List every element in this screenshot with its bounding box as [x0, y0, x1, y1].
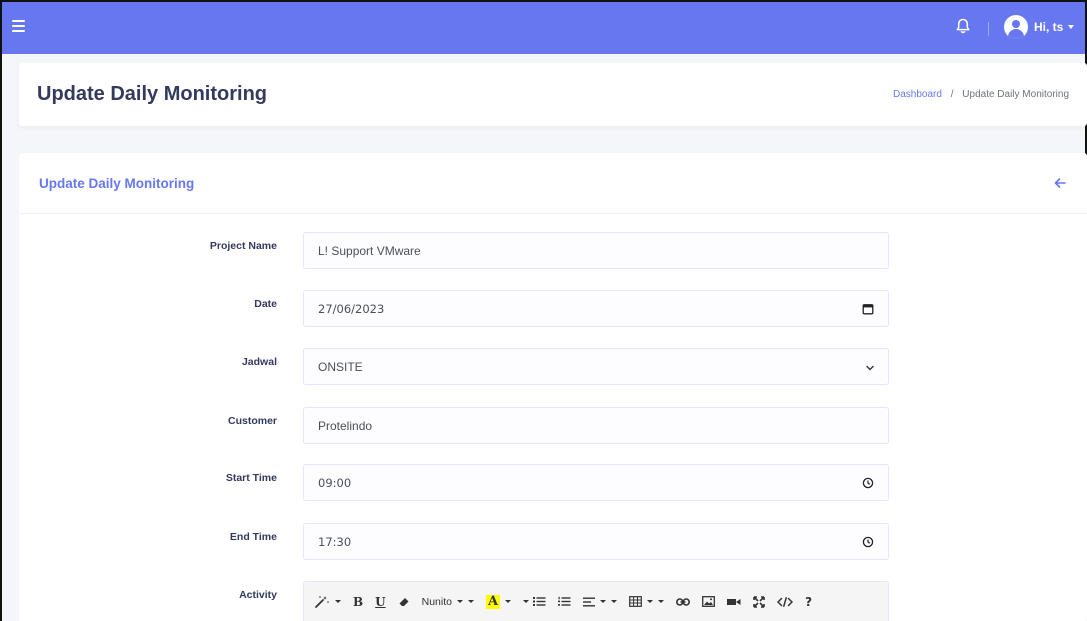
bold-button[interactable]: B [353, 592, 363, 612]
chevron-down-icon [865, 362, 875, 372]
fullscreen-button[interactable] [753, 592, 765, 612]
eraser-icon [399, 597, 409, 606]
link-icon [676, 597, 691, 606]
start-time-input[interactable]: 09:00 [303, 464, 889, 501]
video-icon [727, 598, 741, 605]
jadwal-row: Jadwal ONSITE [19, 348, 1087, 386]
arrow-left-icon[interactable] [1053, 175, 1067, 189]
bell-icon[interactable] [954, 17, 972, 35]
highlight-color-button[interactable]: A [485, 592, 512, 612]
ordered-list-button[interactable] [558, 592, 571, 612]
start-time-value: 09:00 [318, 476, 352, 490]
list-ol-icon [558, 596, 571, 606]
app-frame: Hi, ts Update Daily Monitoring Dashboard… [0, 0, 1087, 621]
customer-input[interactable]: Protelindo [303, 407, 889, 444]
breadcrumb-current: Update Daily Monitoring [962, 89, 1069, 100]
breadcrumb-separator: / [950, 89, 954, 100]
date-label: Date [254, 298, 277, 310]
start-time-label: Start Time [225, 472, 277, 484]
date-input[interactable]: 27/06/2023 [303, 290, 889, 327]
editor-toolbar: B U Nunito A ? [303, 581, 889, 621]
user-menu[interactable]: Hi, ts [1004, 15, 1075, 39]
insert-video-button[interactable] [727, 592, 741, 612]
form-card: Update Daily Monitoring Project Name L! … [19, 153, 1087, 621]
jadwal-selected-value: ONSITE [318, 360, 363, 374]
insert-picture-button[interactable] [702, 592, 716, 612]
underline-button[interactable]: U [375, 592, 385, 612]
jadwal-select[interactable]: ONSITE [303, 348, 889, 385]
menu-toggle-icon[interactable] [12, 20, 25, 32]
code-view-button[interactable] [777, 592, 794, 612]
end-time-row: End Time 17:30 [19, 523, 1087, 561]
calendar-icon[interactable] [862, 303, 874, 315]
unordered-list-button[interactable] [523, 592, 546, 612]
magic-wand-icon [315, 595, 329, 608]
breadcrumb: Dashboard / Update Daily Monitoring [893, 89, 1069, 100]
activity-label: Activity [239, 589, 277, 601]
card-title: Update Daily Monitoring [39, 176, 195, 191]
activity-row: Activity B U Nunito A ? [19, 581, 1087, 621]
date-value: 27/06/2023 [318, 302, 385, 316]
insert-link-button[interactable] [676, 592, 691, 612]
navbar-divider [988, 22, 989, 36]
table-dropdown[interactable] [629, 592, 665, 612]
end-time-input[interactable]: 17:30 [303, 523, 889, 560]
expand-icon [753, 595, 765, 608]
image-icon [702, 596, 716, 607]
magic-style-button[interactable] [314, 592, 341, 612]
help-button[interactable]: ? [805, 592, 812, 612]
page-title: Update Daily Monitoring [37, 83, 267, 105]
date-row: Date 27/06/2023 [19, 290, 1087, 328]
table-icon [629, 596, 642, 607]
chevron-down-icon [1068, 25, 1075, 29]
section-header: Update Daily Monitoring Dashboard / Upda… [19, 63, 1087, 126]
customer-label: Customer [227, 415, 277, 427]
end-time-value: 17:30 [318, 535, 352, 549]
start-time-row: Start Time 09:00 [19, 464, 1087, 502]
font-family-dropdown[interactable]: Nunito [422, 592, 474, 612]
top-navbar: Hi, ts [2, 2, 1085, 54]
customer-row: Customer Protelindo [19, 407, 1087, 445]
end-time-label: End Time [229, 531, 277, 543]
paragraph-align-dropdown[interactable] [583, 592, 618, 612]
list-ul-icon [533, 597, 546, 606]
clear-format-button[interactable] [398, 592, 410, 612]
align-left-icon [583, 597, 596, 606]
jadwal-label: Jadwal [241, 356, 277, 368]
project-name-input[interactable]: L! Support VMware [303, 232, 889, 269]
user-greeting: Hi, ts [1034, 20, 1064, 34]
clock-icon[interactable] [862, 536, 874, 548]
code-icon [777, 596, 794, 607]
project-name-label: Project Name [209, 240, 277, 252]
card-header: Update Daily Monitoring [19, 153, 1087, 214]
project-name-row: Project Name L! Support VMware [19, 232, 1087, 270]
clock-icon[interactable] [862, 477, 874, 489]
breadcrumb-dashboard-link[interactable]: Dashboard [893, 89, 942, 100]
avatar [1004, 15, 1028, 39]
